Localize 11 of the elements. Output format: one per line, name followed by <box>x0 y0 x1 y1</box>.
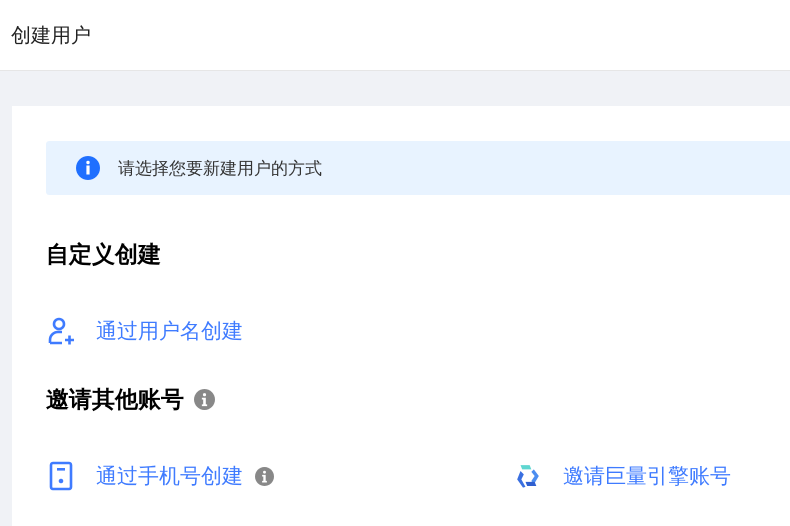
section-heading: 自定义创建 <box>46 241 161 270</box>
add-user-icon <box>46 316 76 346</box>
alert-text: 请选择您要新建用户的方式 <box>118 158 322 180</box>
section-heading: 邀请其他账号 <box>46 386 184 415</box>
page-title: 创建用户 <box>11 22 91 48</box>
info-icon[interactable] <box>255 466 274 486</box>
option-link[interactable]: 通过用户名创建 <box>96 317 243 345</box>
info-icon[interactable] <box>194 389 215 410</box>
info-icon <box>76 156 100 180</box>
option-link[interactable]: 邀请巨量引擎账号 <box>563 462 731 490</box>
option-link[interactable]: 通过手机号创建 <box>96 462 243 490</box>
